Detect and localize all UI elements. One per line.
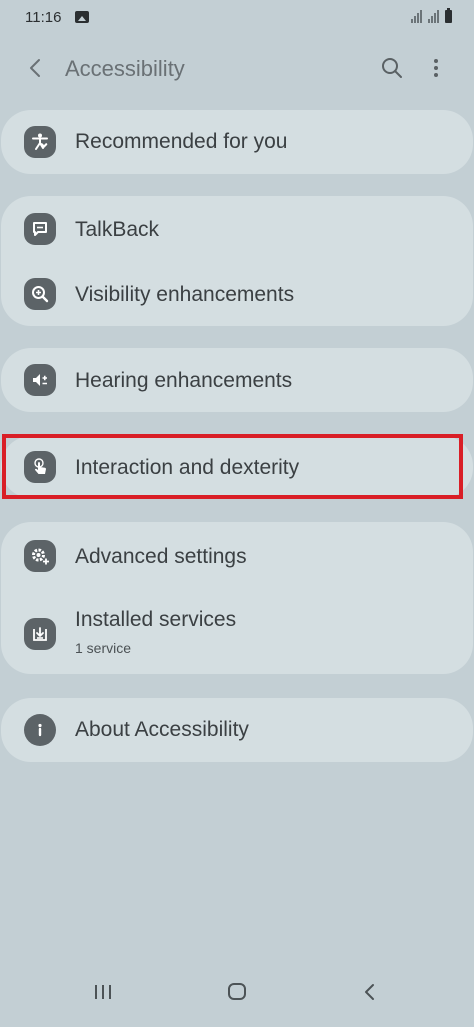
- gallery-notification-icon: [75, 11, 89, 23]
- nav-back-button[interactable]: [362, 982, 376, 1007]
- gear-plus-icon: [24, 540, 56, 572]
- list-item-label: TalkBack: [75, 218, 160, 241]
- list-item-sublabel: 1 service: [75, 640, 132, 656]
- battery-icon: [445, 8, 452, 23]
- app-bar: Accessibility: [0, 44, 474, 94]
- highlight-annotation-box: [2, 434, 463, 499]
- list-item-label: About Accessibility: [75, 718, 249, 741]
- info-icon: [24, 714, 56, 746]
- group-about: About Accessibility: [1, 698, 473, 762]
- signal-icon: [411, 10, 422, 23]
- download-icon: [24, 618, 56, 650]
- list-item-about[interactable]: About Accessibility: [1, 698, 473, 762]
- list-item-talkback[interactable]: TalkBack: [1, 197, 473, 261]
- system-nav-bar: [0, 967, 474, 1027]
- status-icons: [411, 8, 452, 23]
- back-button[interactable]: [20, 52, 52, 84]
- magnifier-icon: [24, 278, 56, 310]
- signal-icon: [428, 10, 439, 23]
- list-item-label: Advanced settings: [75, 545, 247, 568]
- accessibility-screen: 11:16 Accessibility Recommended for you: [0, 0, 474, 1027]
- list-item-hearing[interactable]: Hearing enhancements: [1, 348, 473, 412]
- list-item-advanced-settings[interactable]: Advanced settings: [1, 524, 473, 588]
- search-button[interactable]: [376, 52, 408, 84]
- talkback-icon: [24, 213, 56, 245]
- status-time: 11:16: [25, 9, 62, 26]
- group-advanced: Advanced settings Installed services 1 s…: [1, 522, 473, 674]
- chevron-left-icon: [365, 984, 374, 1000]
- group-vision: TalkBack Visibility enhancements: [1, 196, 473, 326]
- recents-button[interactable]: [95, 985, 111, 999]
- home-button[interactable]: [228, 983, 246, 1000]
- status-bar: 11:16: [0, 0, 474, 36]
- list-item-label: Hearing enhancements: [75, 369, 293, 392]
- chevron-left-icon: [30, 59, 40, 77]
- search-icon: [382, 58, 402, 78]
- list-item-label: Installed services: [75, 608, 237, 631]
- list-item-label: Recommended for you: [75, 130, 288, 153]
- list-item-recommended[interactable]: Recommended for you: [1, 110, 473, 174]
- more-options-button[interactable]: [422, 52, 450, 84]
- group-recommended: Recommended for you: [1, 110, 473, 174]
- group-hearing: Hearing enhancements: [1, 348, 473, 412]
- list-item-label: Visibility enhancements: [75, 283, 295, 306]
- list-item-visibility[interactable]: Visibility enhancements: [1, 262, 473, 326]
- list-item-installed-services[interactable]: Installed services 1 service: [1, 596, 473, 672]
- hearing-icon: [24, 364, 56, 396]
- page-title: Accessibility: [65, 56, 185, 81]
- more-vertical-icon: [434, 59, 438, 77]
- accessibility-person-icon: [24, 126, 56, 158]
